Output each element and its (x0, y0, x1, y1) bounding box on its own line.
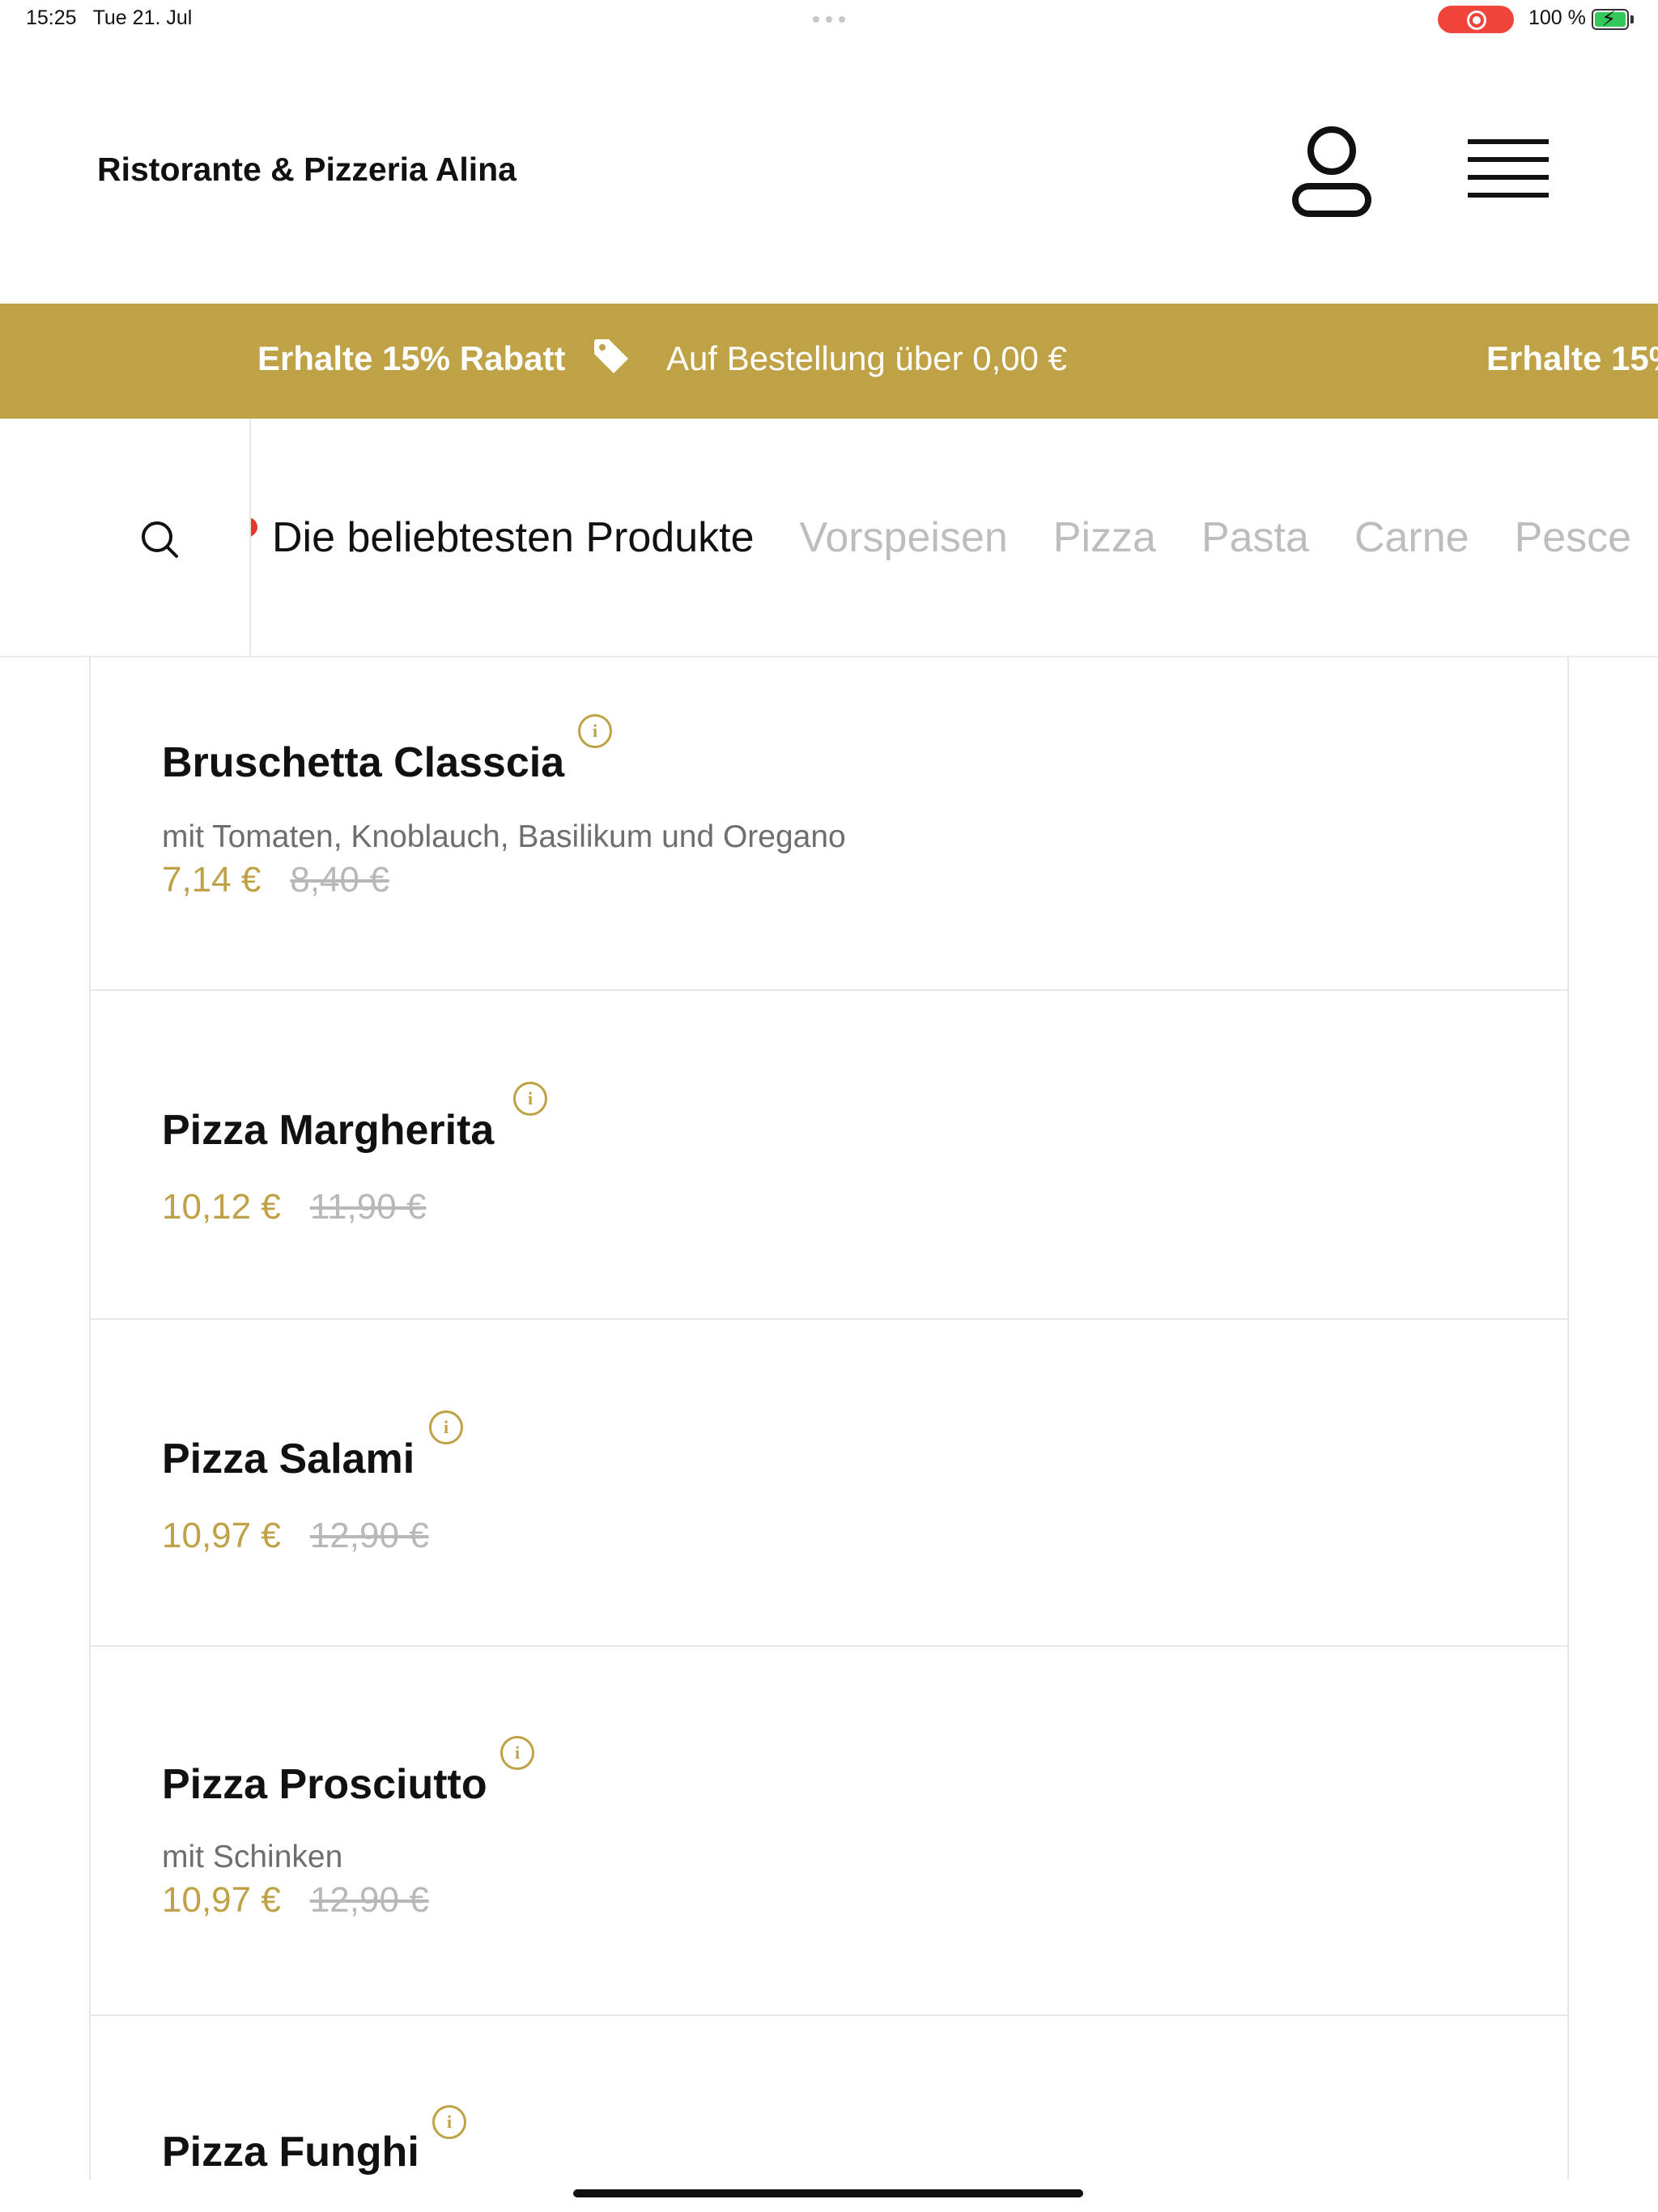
discount-condition: Auf Bestellung über 0,00 € (666, 339, 1068, 377)
tag-icon (594, 339, 628, 373)
tab-die-beliebtesten-produkte[interactable]: Die beliebtesten Produkte (272, 513, 755, 562)
tab-vorspeisen[interactable]: Vorspeisen (800, 513, 1008, 562)
product-price: 10,97 € (162, 1880, 281, 1920)
product-name: Pizza Funghi (162, 2129, 419, 2176)
status-bar: 15:25 Tue 21. Jul 100 % ⚡ (0, 0, 1658, 39)
discount-title-repeat: Erhalte 15% (1486, 339, 1658, 377)
price-row: 10,97 € 12,90 € (162, 1516, 429, 1556)
product-card[interactable]: Bruschetta Classcia i mit Tomaten, Knobl… (91, 657, 1567, 991)
search-button[interactable] (0, 419, 251, 656)
tab-pesce[interactable]: Pesce (1515, 513, 1632, 562)
product-card[interactable]: Pizza Prosciutto i mit Schinken 10,97 €1… (91, 1647, 1567, 2016)
tab-pasta[interactable]: Pasta (1201, 513, 1309, 562)
app-header: Ristorante & Pizzeria Alina (0, 39, 1658, 304)
product-description: mit Schinken (162, 1840, 343, 1874)
account-button[interactable] (1287, 121, 1376, 219)
battery-tip (1630, 15, 1634, 23)
status-date: Tue 21. Jul (92, 6, 193, 29)
hamburger-menu-icon (1468, 139, 1549, 198)
home-indicator[interactable] (573, 2189, 1083, 2197)
multitasking-dots-icon[interactable] (813, 16, 845, 23)
search-icon (142, 521, 178, 558)
product-price: 7,14 € (162, 860, 261, 900)
product-name: Pizza Salami (162, 1436, 415, 1482)
product-old-price: 11,90 € (309, 1187, 427, 1227)
product-name: Pizza Prosciutto (162, 1761, 487, 1808)
price-row: 7,14 € 8,40 € (162, 860, 389, 900)
product-card[interactable]: Pizza Funghi i (91, 2016, 1567, 2180)
info-icon[interactable]: i (500, 1736, 534, 1770)
product-old-price: 12,90 € (309, 1516, 429, 1555)
info-icon[interactable]: i (578, 714, 612, 748)
tab-carne[interactable]: Carne (1354, 513, 1469, 562)
restaurant-name[interactable]: Ristorante & Pizzeria Alina (97, 151, 517, 189)
status-time-date: 15:25 Tue 21. Jul (26, 6, 192, 30)
tab-pizza[interactable]: Pizza (1053, 513, 1156, 562)
product-old-price: 12,90 € (309, 1880, 429, 1920)
product-description: mit Tomaten, Knoblauch, Basilikum und Or… (162, 819, 846, 854)
product-name: Bruschetta Classcia (162, 739, 565, 786)
price-row: 10,12 € 11,90 € (162, 1187, 426, 1227)
user-icon (1292, 126, 1371, 217)
battery-percentage: 100 % (1528, 6, 1586, 29)
product-list: Bruschetta Classcia i mit Tomaten, Knobl… (89, 657, 1569, 2180)
product-card[interactable]: Pizza Salami i 10,97 € 12,90 € (91, 1320, 1567, 1647)
product-old-price: 8,40 € (290, 860, 389, 900)
category-nav: Die beliebtesten Produkte Vorspeisen Piz… (0, 419, 1658, 657)
product-card[interactable]: Pizza Margherita i 10,12 € 11,90 € (91, 991, 1567, 1320)
charging-bolt-icon: ⚡ (1601, 6, 1617, 31)
product-name: Pizza Margherita (162, 1107, 495, 1154)
menu-button[interactable] (1457, 128, 1559, 209)
product-price: 10,12 € (162, 1187, 281, 1227)
info-icon[interactable]: i (432, 2105, 466, 2139)
screen-recording-icon[interactable] (1438, 6, 1514, 33)
info-icon[interactable]: i (513, 1082, 547, 1116)
price-row: 10,97 € 12,90 € (162, 1880, 429, 1921)
product-price: 10,97 € (162, 1516, 281, 1555)
info-icon[interactable]: i (429, 1410, 463, 1444)
status-time: 15:25 (26, 6, 77, 29)
category-tabs: Die beliebtesten Produkte Vorspeisen Piz… (272, 419, 1631, 656)
discount-banner: Erhalte 15% Rabatt Auf Bestellung über 0… (0, 304, 1658, 419)
discount-title: Erhalte 15% Rabatt (257, 339, 566, 377)
